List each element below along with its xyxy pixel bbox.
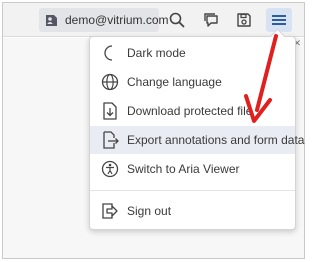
moon-icon xyxy=(104,45,113,61)
save-button[interactable] xyxy=(231,8,257,32)
menu-item-label: Download protected file xyxy=(127,104,253,118)
menu-item-sign-out[interactable]: Sign out xyxy=(90,197,295,225)
search-icon xyxy=(169,12,185,28)
menu-item-switch-aria-viewer[interactable]: Switch to Aria Viewer xyxy=(90,155,295,183)
main-menu-dropdown: Dark mode Change language Download prote… xyxy=(89,36,304,230)
save-icon xyxy=(237,13,251,27)
accessibility-icon xyxy=(101,160,119,178)
search-button[interactable] xyxy=(164,8,190,32)
file-download-icon xyxy=(103,102,117,120)
user-email: demo@vitrium.com xyxy=(65,13,169,27)
main-menu-button[interactable] xyxy=(266,8,292,32)
top-toolbar: demo@vitrium.com xyxy=(3,3,304,37)
user-account-chip[interactable]: demo@vitrium.com xyxy=(39,8,169,32)
sign-out-icon xyxy=(102,203,118,219)
export-icon xyxy=(103,131,119,149)
user-card-icon xyxy=(46,15,57,26)
menu-item-label: Change language xyxy=(127,75,222,89)
menu-item-label: Export annotations and form data xyxy=(127,133,305,147)
hamburger-menu-icon xyxy=(272,15,286,25)
menu-item-label: Switch to Aria Viewer xyxy=(127,162,240,176)
comments-icon xyxy=(203,13,218,27)
menu-item-dark-mode[interactable]: Dark mode xyxy=(90,39,295,67)
menu-item-export-annotations[interactable]: Export annotations and form data xyxy=(90,126,304,154)
menu-item-label: Sign out xyxy=(127,204,172,218)
menu-divider xyxy=(90,190,295,191)
menu-item-download-protected-file[interactable]: Download protected file xyxy=(90,97,295,125)
comments-button[interactable] xyxy=(198,8,224,32)
globe-icon xyxy=(101,73,119,91)
menu-item-change-language[interactable]: Change language xyxy=(90,68,295,96)
menu-item-label: Dark mode xyxy=(127,46,186,60)
